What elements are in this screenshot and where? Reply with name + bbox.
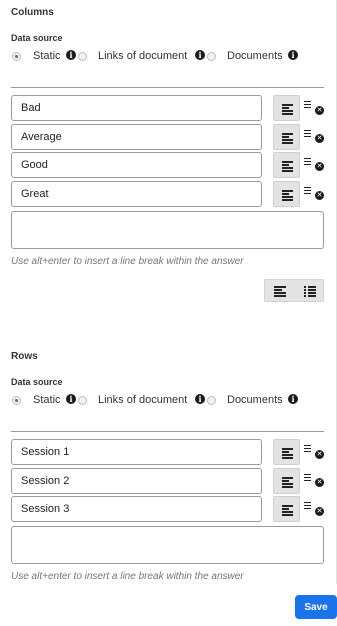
columns-option-links-label: Links of document <box>98 50 188 62</box>
drag-handle-icon[interactable] <box>304 158 311 166</box>
align-left-icon <box>282 448 293 459</box>
rows-radio-documents[interactable] <box>207 396 216 405</box>
rows-radio-static[interactable] <box>12 396 21 405</box>
remove-icon[interactable]: ✕ <box>315 162 324 171</box>
rows-option-static-label: Static <box>33 394 61 406</box>
align-button[interactable] <box>273 181 300 207</box>
info-icon[interactable]: i <box>66 50 76 60</box>
columns-radio-documents[interactable] <box>207 52 216 61</box>
rows-option-links-label: Links of document <box>98 394 188 406</box>
column-answer-input[interactable]: Average <box>11 124 262 150</box>
align-left-icon <box>282 104 293 115</box>
align-button[interactable] <box>273 468 300 494</box>
row-answer-input[interactable]: Session 1 <box>11 439 262 465</box>
drag-handle-icon[interactable] <box>304 187 311 195</box>
align-button[interactable] <box>273 124 300 150</box>
rows-data-source-label: Data source <box>11 377 63 387</box>
column-answer-input[interactable]: Great <box>11 181 262 207</box>
drag-handle-icon[interactable] <box>304 474 311 482</box>
info-icon[interactable]: i <box>195 50 205 60</box>
list-button[interactable] <box>265 280 294 301</box>
align-left-icon <box>282 190 293 201</box>
column-answer-input[interactable]: Bad <box>11 95 262 121</box>
column-answer-input[interactable]: Good <box>11 152 262 178</box>
align-button[interactable] <box>273 496 300 522</box>
columns-option-static-label: Static <box>33 50 61 62</box>
align-button[interactable] <box>273 152 300 178</box>
line-break-hint: Use alt+enter to insert a line break wit… <box>11 256 244 267</box>
columns-divider <box>11 87 324 88</box>
rows-option-documents-label: Documents <box>227 394 283 406</box>
list-style-toggle <box>264 279 324 302</box>
info-icon[interactable]: i <box>66 394 76 404</box>
columns-radio-static[interactable] <box>12 52 21 61</box>
remove-icon[interactable]: ✕ <box>315 134 324 143</box>
drag-handle-icon[interactable] <box>304 101 311 109</box>
row-answer-input[interactable]: Session 3 <box>11 496 262 522</box>
new-column-input[interactable] <box>11 211 324 249</box>
rows-divider <box>11 431 324 432</box>
numbered-list-icon <box>304 286 316 297</box>
columns-data-source-label: Data source <box>11 33 63 43</box>
row-answer-input[interactable]: Session 2 <box>11 468 262 494</box>
info-icon[interactable]: i <box>195 394 205 404</box>
columns-radio-links-of-document[interactable] <box>78 52 87 61</box>
align-left-icon <box>282 161 293 172</box>
align-button[interactable] <box>273 95 300 121</box>
align-left-icon <box>282 505 293 516</box>
columns-data-source-options: Static i Links of document i Documents i <box>11 49 321 63</box>
numbered-list-button[interactable] <box>295 280 324 301</box>
save-button[interactable]: Save <box>295 595 337 619</box>
remove-icon[interactable]: ✕ <box>315 507 324 516</box>
new-row-input[interactable] <box>11 526 324 564</box>
columns-option-documents-label: Documents <box>227 50 283 62</box>
drag-handle-icon[interactable] <box>304 502 311 510</box>
rows-radio-links-of-document[interactable] <box>78 396 87 405</box>
info-icon[interactable]: i <box>288 50 298 60</box>
remove-icon[interactable]: ✕ <box>315 106 324 115</box>
remove-icon[interactable]: ✕ <box>315 450 324 459</box>
drag-handle-icon[interactable] <box>304 445 311 453</box>
align-left-icon <box>282 133 293 144</box>
remove-icon[interactable]: ✕ <box>315 478 324 487</box>
rows-data-source-options: Static i Links of document i Documents i <box>11 393 321 407</box>
align-button[interactable] <box>273 439 300 465</box>
align-left-icon <box>282 477 293 488</box>
editor-panel[interactable]: Columns Data source Static i Links of do… <box>0 0 337 584</box>
columns-title: Columns <box>11 7 54 18</box>
list-icon <box>274 286 286 297</box>
info-icon[interactable]: i <box>288 394 298 404</box>
line-break-hint: Use alt+enter to insert a line break wit… <box>11 571 244 582</box>
remove-icon[interactable]: ✕ <box>315 191 324 200</box>
rows-title: Rows <box>11 351 38 362</box>
drag-handle-icon[interactable] <box>304 130 311 138</box>
